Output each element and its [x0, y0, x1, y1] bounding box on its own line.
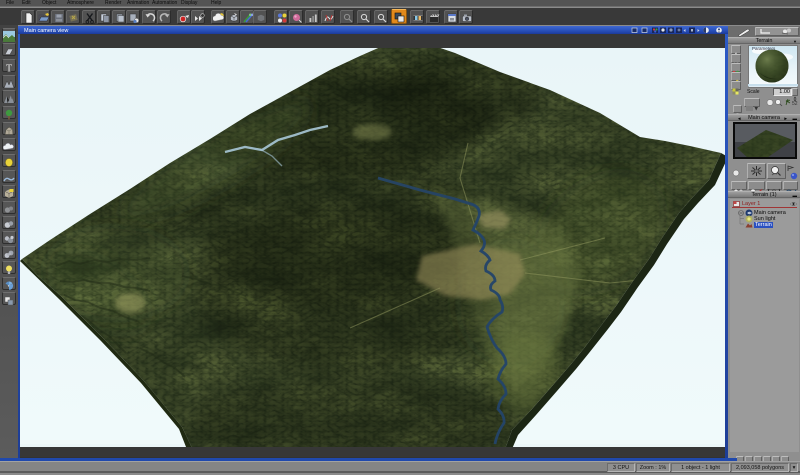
svg-text:T: T	[6, 64, 12, 74]
svg-text:52: 52	[792, 101, 798, 107]
svg-text:Parameters: Parameters	[752, 46, 776, 51]
